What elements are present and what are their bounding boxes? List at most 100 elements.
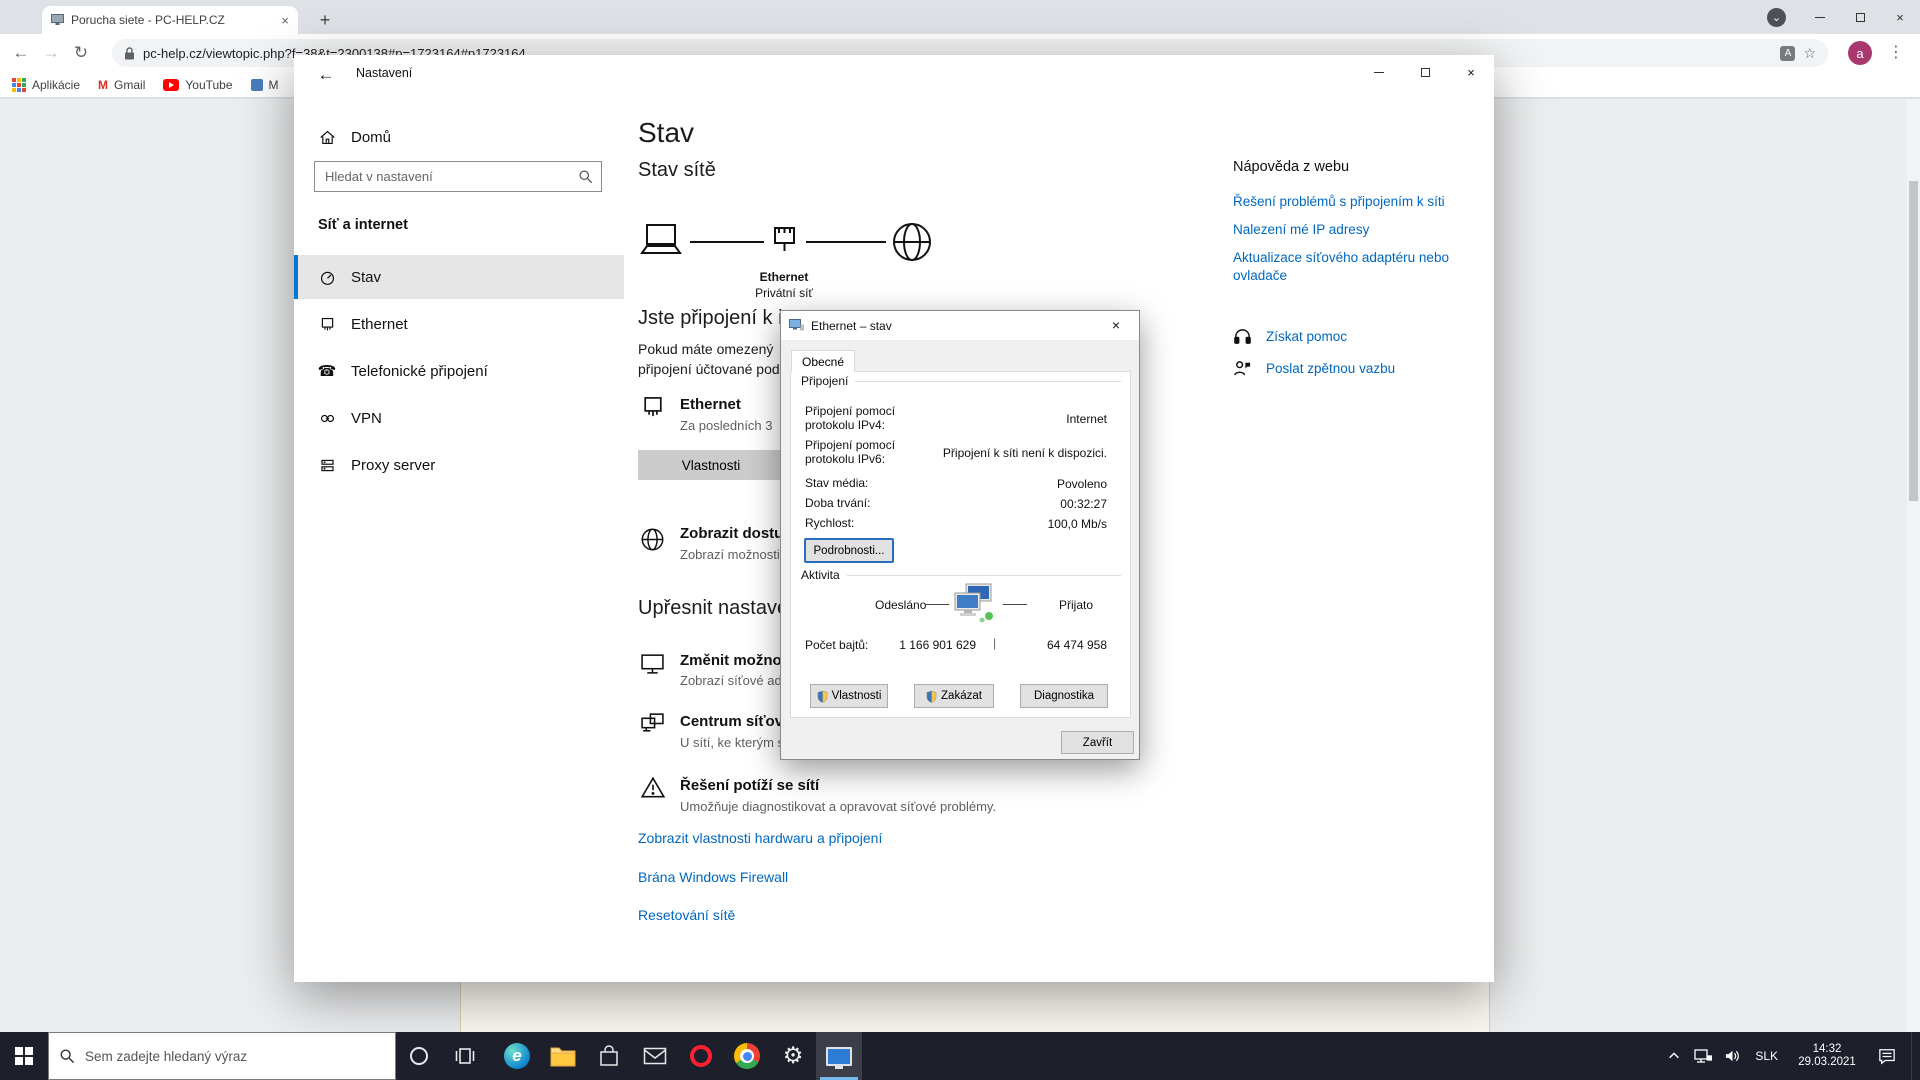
translate-icon[interactable]: A [1780,46,1795,61]
taskbar-opera-button[interactable] [678,1032,724,1080]
bookmark-gmail[interactable]: M Gmail [98,78,145,92]
phone-icon: ☎ [318,362,336,380]
settings-search-input[interactable] [325,169,578,184]
troubleshoot-sub: Umožňuje diagnostikovat a opravovat síťo… [680,799,996,814]
sidebar-item-status[interactable]: Stav [294,255,624,299]
windows-logo-icon [15,1047,33,1065]
bytes-sent-value: 1 166 901 629 [891,638,976,652]
dialog-row-ipv4: Připojení pomocí protokolu IPv4: Interne… [805,404,1107,434]
settings-search-box[interactable] [314,161,602,192]
bookmark-apps[interactable]: Aplikácie [12,78,80,92]
tab-close-icon[interactable]: × [281,13,289,28]
dialog-close-button[interactable]: Zavřít [1061,731,1134,754]
scrollbar-thumb[interactable] [1909,181,1918,501]
network-status-heading: Stav sítě [638,159,716,182]
browser-minimize-button[interactable] [1800,0,1840,34]
help-link-troubleshoot[interactable]: Řešení problémů s připojením k síti [1233,193,1445,211]
lock-icon[interactable] [124,47,135,60]
browser-update-icon[interactable]: ⌄ [1767,8,1786,27]
disable-button[interactable]: Zakázat [914,684,994,708]
sidebar-item-vpn[interactable]: VPN [294,396,624,440]
reload-icon[interactable]: ↻ [66,38,96,68]
bookmark-star-icon[interactable]: ☆ [1803,45,1816,62]
ethernet-status-dialog: Ethernet – stav × Obecné Připojení Připo… [780,310,1140,760]
taskbar-mail-button[interactable] [632,1032,678,1080]
tray-volume-button[interactable] [1722,1042,1742,1070]
task-view-button[interactable] [442,1032,488,1080]
feedback-row[interactable]: Poslat zpětnou vazbu [1233,359,1395,378]
taskbar-active-window-button[interactable] [816,1032,862,1080]
forward-icon[interactable]: → [36,38,66,68]
browser-close-button[interactable]: × [1880,0,1920,34]
browser-menu-icon[interactable]: ⋮ [1888,42,1904,62]
opera-icon [690,1045,712,1067]
back-icon[interactable]: ← [6,38,36,68]
gear-icon: ⚙ [783,1043,804,1069]
ethernet-row-icon [640,394,666,420]
headset-icon [1233,327,1252,346]
action-center-button[interactable] [1872,1042,1902,1070]
get-help-row[interactable]: Získat pomoc [1233,327,1347,346]
bookmark-youtube[interactable]: YouTube [163,78,232,92]
taskbar: e ⚙ [0,1032,1920,1080]
tab-favicon-icon [51,14,64,26]
sidebar-item-proxy[interactable]: Proxy server [294,443,624,487]
ethernet-connection-icon [769,225,800,259]
diagram-network-name: Ethernet [714,270,854,284]
button-label: Vlastnosti [832,690,882,702]
settings-nav: Stav Ethernet ☎ Telefonické připojení [294,255,624,490]
browser-scrollbar[interactable] [1907,99,1920,1032]
help-link-update-adapter[interactable]: Aktualizace síťového adaptéru nebo ovlad… [1233,249,1473,285]
bookmark-more[interactable]: M [251,78,279,92]
new-tab-button[interactable]: + [312,7,338,33]
settings-close-button[interactable]: × [1448,55,1494,89]
link-windows-firewall[interactable]: Brána Windows Firewall [638,869,788,885]
sidebar-item-ethernet[interactable]: Ethernet [294,302,624,346]
task-view-icon [454,1045,476,1067]
taskbar-file-explorer-button[interactable] [540,1032,586,1080]
bookmark-favicon-icon [251,79,263,91]
tray-expand-button[interactable] [1664,1042,1684,1070]
taskbar-search-box[interactable] [48,1032,396,1080]
tab-title: Porucha siete - PC-HELP.CZ [71,13,274,27]
details-button[interactable]: Podrobnosti... [804,538,894,563]
help-link-find-ip[interactable]: Nalezení mé IP adresy [1233,221,1369,239]
taskbar-clock[interactable]: 14:32 29.03.2021 [1791,1043,1863,1069]
settings-minimize-button[interactable] [1356,55,1402,89]
taskbar-settings-button[interactable]: ⚙ [770,1032,816,1080]
bookmark-label: YouTube [185,78,232,92]
row-label: Doba trvání: [805,496,870,510]
button-label: Diagnostika [1034,690,1094,702]
dialog-titlebar: Ethernet – stav × [781,311,1139,340]
language-indicator[interactable]: SLK [1751,1049,1782,1063]
start-button[interactable] [0,1032,48,1080]
taskbar-search-input[interactable] [85,1049,385,1064]
settings-help-panel: Nápověda z webu Řešení problémů s připoj… [1233,95,1483,982]
taskbar-edge-button[interactable]: e [494,1032,540,1080]
settings-maximize-button[interactable] [1402,55,1448,89]
dialog-close-icon[interactable]: × [1094,312,1138,338]
bytes-divider: | [993,636,996,650]
taskbar-chrome-button[interactable] [724,1032,770,1080]
tab-general[interactable]: Obecné [791,350,855,372]
dialog-properties-button[interactable]: Vlastnosti [810,684,888,708]
settings-back-button[interactable]: ← [308,61,344,89]
show-desktop-button[interactable] [1911,1032,1917,1080]
browser-maximize-button[interactable] [1840,0,1880,34]
link-hardware-properties[interactable]: Zobrazit vlastnosti hardwaru a připojení [638,830,882,846]
link-network-reset[interactable]: Resetování sítě [638,907,735,923]
sidebar-item-dialup[interactable]: ☎ Telefonické připojení [294,349,624,393]
dialog-row-ipv6: Připojení pomocí protokolu IPv6: Připoje… [805,438,1107,468]
diagnose-button[interactable]: Diagnostika [1020,684,1108,708]
store-icon [599,1045,619,1067]
properties-button[interactable]: Vlastnosti [638,450,784,480]
sidebar-item-home[interactable]: Domů [294,119,624,155]
settings-window-controls: × [1356,55,1494,89]
cortana-button[interactable] [396,1032,442,1080]
taskbar-store-button[interactable] [586,1032,632,1080]
available-networks-icon [640,527,665,552]
dialog-row-media-state: Stav média: Povoleno [805,476,1107,492]
tray-network-button[interactable] [1693,1042,1713,1070]
browser-tab[interactable]: Porucha siete - PC-HELP.CZ × [42,6,298,34]
profile-avatar[interactable]: a [1848,41,1872,65]
